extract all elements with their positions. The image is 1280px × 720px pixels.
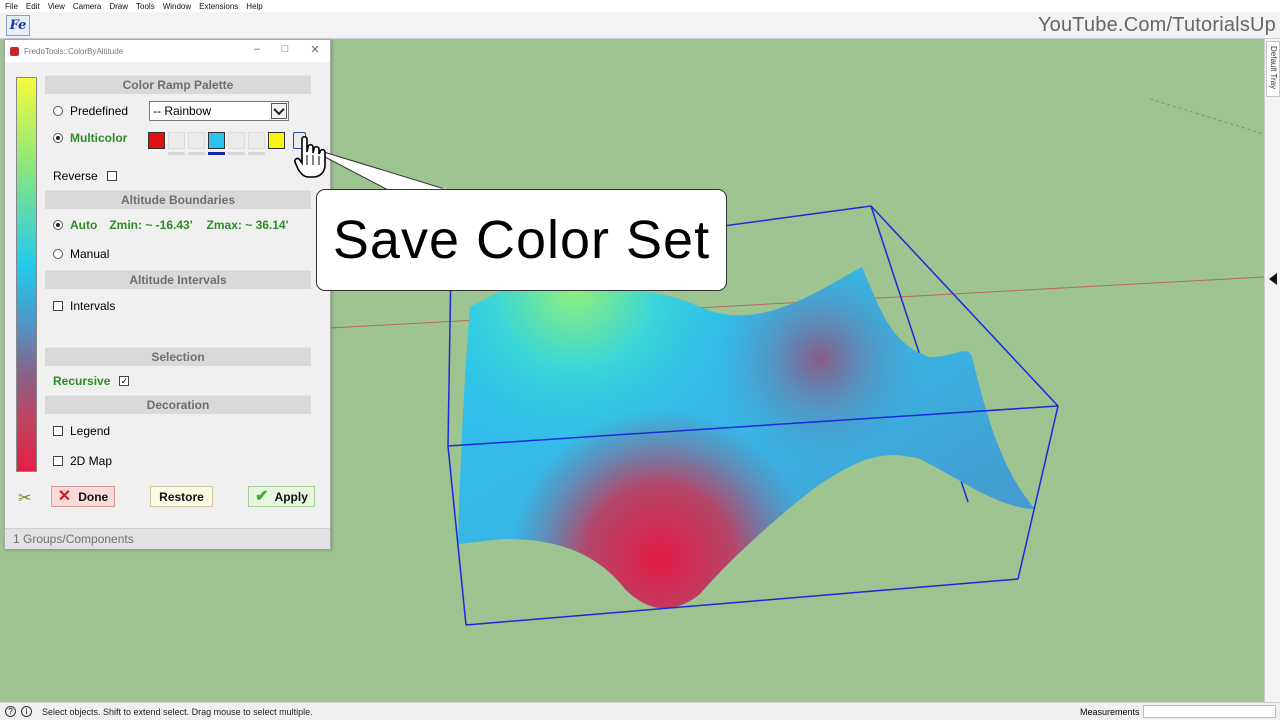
checkmark-icon: ✔ — [255, 487, 269, 505]
menu-edit[interactable]: Edit — [26, 2, 40, 11]
fredotools-app-icon — [10, 46, 19, 56]
manual-label: Manual — [70, 247, 110, 261]
zmax-value: Zmax: ~ 36.14' — [206, 218, 289, 232]
color-swatch-5[interactable] — [228, 132, 245, 149]
map2d-option[interactable]: 2D Map — [53, 454, 112, 468]
predefined-option[interactable]: Predefined — [53, 104, 128, 118]
swatch-marker — [248, 152, 265, 155]
manual-option[interactable]: Manual — [53, 247, 109, 261]
restore-label: Restore — [159, 489, 204, 504]
intervals-option[interactable]: Intervals — [53, 299, 115, 313]
menu-bar: File Edit View Camera Draw Tools Window … — [0, 0, 1280, 12]
zmin-value: Zmin: ~ -16.43' — [109, 218, 193, 232]
menu-camera[interactable]: Camera — [73, 2, 101, 11]
default-tray-tab[interactable]: Default Tray — [1266, 41, 1280, 97]
color-swatch-1[interactable] — [148, 132, 165, 149]
section-selection: Selection — [45, 347, 311, 366]
maximize-icon[interactable]: □ — [278, 43, 292, 55]
color-ramp-preview — [16, 77, 37, 472]
dialog-titlebar: FredoTools::ColorByAltitude – □ ✕ — [5, 40, 330, 62]
map2d-label: 2D Map — [70, 454, 113, 468]
color-swatch-6[interactable] — [248, 132, 265, 149]
multicolor-option[interactable]: Multicolor — [53, 131, 127, 145]
color-swatch-3[interactable] — [188, 132, 205, 149]
section-color-ramp-palette: Color Ramp Palette — [45, 75, 311, 94]
default-tray-label: Default Tray — [1269, 46, 1278, 90]
recursive-option[interactable]: Recursive ✓ — [53, 374, 130, 388]
intervals-checkbox[interactable] — [53, 301, 63, 311]
fredotools-button[interactable]: Fe — [6, 15, 30, 36]
legend-label: Legend — [70, 424, 111, 438]
apply-button[interactable]: ✔ Apply — [248, 486, 315, 507]
auto-option[interactable]: Auto Zmin: ~ -16.43' Zmax: ~ 36.14' — [53, 218, 288, 232]
menu-extensions[interactable]: Extensions — [199, 2, 238, 11]
swatch-marker — [228, 152, 245, 155]
legend-checkbox[interactable] — [53, 426, 63, 436]
watermark: YouTube.Com/TutorialsUp — [1037, 14, 1276, 36]
color-swatch-7[interactable] — [268, 132, 285, 149]
color-by-altitude-dialog: FredoTools::ColorByAltitude – □ ✕ Color … — [4, 39, 331, 549]
section-altitude-boundaries: Altitude Boundaries — [45, 190, 311, 209]
tray-collapse-icon[interactable] — [1269, 273, 1277, 285]
section-altitude-intervals: Altitude Intervals — [45, 270, 311, 289]
menu-help[interactable]: Help — [246, 2, 262, 11]
done-label: Done — [78, 489, 109, 504]
chevron-down-icon[interactable] — [271, 103, 287, 119]
color-swatch-4[interactable] — [208, 132, 225, 149]
info-icon[interactable]: i — [21, 706, 32, 717]
manual-radio[interactable] — [53, 249, 63, 259]
hand-cursor-icon — [294, 135, 326, 178]
multicolor-label: Multicolor — [70, 131, 128, 145]
reverse-checkbox[interactable] — [106, 171, 117, 181]
menu-view[interactable]: View — [48, 2, 65, 11]
apply-label: Apply — [274, 489, 308, 504]
swatch-marker — [188, 152, 205, 155]
predefined-radio[interactable] — [53, 106, 63, 116]
menu-file[interactable]: File — [5, 2, 18, 11]
status-hint: Select objects. Shift to extend select. … — [42, 706, 313, 717]
intervals-label: Intervals — [70, 299, 116, 313]
auto-label: Auto — [70, 218, 98, 232]
close-icon[interactable]: ✕ — [308, 43, 322, 56]
menu-window[interactable]: Window — [163, 2, 191, 11]
swatch-marker-selected — [208, 152, 225, 155]
default-tray: Default Tray — [1264, 39, 1280, 702]
color-swatch-2[interactable] — [168, 132, 185, 149]
palette-select[interactable]: -- Rainbow — [149, 101, 289, 121]
measurements-input[interactable] — [1143, 705, 1276, 718]
dialog-status: 1 Groups/Components — [5, 528, 330, 549]
save-color-set-callout: Save Color Set — [316, 189, 727, 291]
done-button[interactable]: ✕ Done — [51, 486, 115, 507]
menu-tools[interactable]: Tools — [136, 2, 155, 11]
multicolor-radio[interactable] — [53, 133, 63, 143]
palette-select-value: -- Rainbow — [153, 104, 212, 118]
predefined-label: Predefined — [70, 104, 129, 118]
recursive-checkbox[interactable]: ✓ — [119, 376, 130, 386]
legend-option[interactable]: Legend — [53, 424, 110, 438]
help-icon[interactable]: ? — [5, 706, 16, 717]
auto-radio[interactable] — [53, 220, 63, 230]
swatch-marker — [168, 152, 185, 155]
menu-draw[interactable]: Draw — [109, 2, 128, 11]
measurements-label: Measurements — [1080, 707, 1140, 717]
reverse-label: Reverse — [53, 169, 98, 183]
reverse-option[interactable]: Reverse — [53, 169, 117, 183]
minimize-icon[interactable]: – — [250, 43, 264, 55]
recursive-label: Recursive — [53, 374, 111, 388]
map2d-checkbox[interactable] — [53, 456, 63, 466]
dialog-title: FredoTools::ColorByAltitude — [24, 46, 124, 56]
tools-icon[interactable]: ✂ — [18, 488, 31, 508]
close-x-icon: ✕ — [57, 487, 72, 505]
status-bar: ? i Select objects. Shift to extend sele… — [0, 702, 1280, 720]
restore-button[interactable]: Restore — [150, 486, 213, 507]
section-decoration: Decoration — [45, 395, 311, 414]
